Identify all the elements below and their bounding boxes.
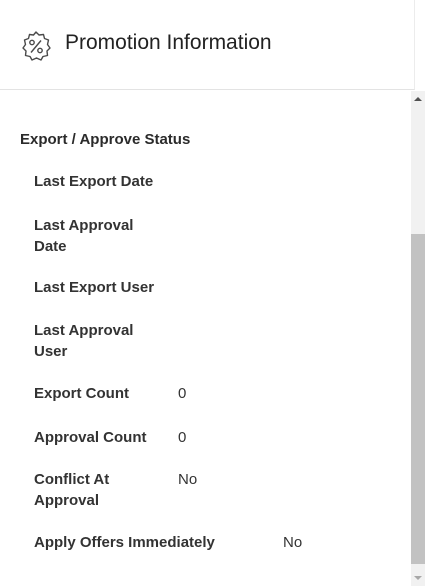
label-last-approval-user: Last Approval User [34,322,134,360]
value-approval-count: 0 [178,429,187,446]
label-export-count: Export Count [34,385,129,402]
value-apply-offers-immediately: No [283,534,303,551]
value-conflict-at-approval: No [178,471,198,488]
promotion-information-panel: Promotion Information Export / Approve S… [0,0,425,586]
label-conflict-at-approval: Conflict At Approval [34,471,110,509]
panel-title: Promotion Information [65,31,272,54]
scroll-up-arrow-icon[interactable] [414,97,422,101]
label-last-export-date: Last Export Date [34,173,154,190]
label-apply-offers-immediately: Apply Offers Immediately [34,534,215,551]
section-title-export-approve: Export / Approve Status [20,131,191,148]
label-last-export-user: Last Export User [34,279,155,296]
panel-content: Export / Approve Status Last Export Date… [0,91,410,586]
panel-header: Promotion Information [0,0,415,90]
vertical-scrollbar[interactable] [411,91,425,586]
percent-badge-icon [20,30,52,62]
value-export-count: 0 [178,385,187,402]
scroll-down-arrow-icon[interactable] [414,576,422,580]
label-last-approval-date: Last Approval Date [34,217,134,255]
scrollbar-thumb[interactable] [411,234,425,564]
label-approval-count: Approval Count [34,429,147,446]
